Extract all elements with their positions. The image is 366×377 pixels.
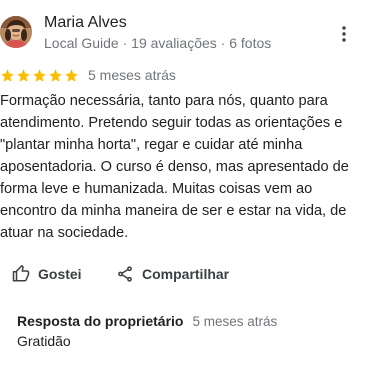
star-icon <box>17 68 30 82</box>
reviewer-avatar[interactable] <box>0 16 32 48</box>
star-icon <box>49 68 62 82</box>
review-text: Formação necessária, tanto para nós, qua… <box>0 93 349 241</box>
like-button[interactable]: Gostei <box>12 262 82 286</box>
reviewer-meta[interactable]: Local Guide · 19 avaliações · 6 fotos <box>44 35 271 51</box>
reviewer-name[interactable]: Maria Alves <box>44 13 127 33</box>
more-vert-icon <box>342 26 346 42</box>
star-icon <box>33 68 46 82</box>
star-icon <box>65 68 78 82</box>
star-icon <box>1 68 14 82</box>
like-label: Gostei <box>38 266 82 282</box>
share-label: Compartilhar <box>142 266 230 282</box>
owner-response-header: Resposta do proprietário 5 meses atrás <box>17 313 277 329</box>
share-button[interactable]: Compartilhar <box>116 262 229 286</box>
thumb-up-icon <box>12 265 30 283</box>
more-options-button[interactable] <box>334 22 354 46</box>
owner-response-title: Resposta do proprietário <box>17 313 184 329</box>
owner-response-text: Gratidão <box>17 333 71 349</box>
profile-photo-icon <box>0 16 32 48</box>
rating-row: 5 meses atrás <box>0 66 176 84</box>
owner-response-date: 5 meses atrás <box>192 314 278 329</box>
share-icon <box>116 265 134 283</box>
star-rating <box>0 68 79 83</box>
review-date: 5 meses atrás <box>88 67 176 83</box>
